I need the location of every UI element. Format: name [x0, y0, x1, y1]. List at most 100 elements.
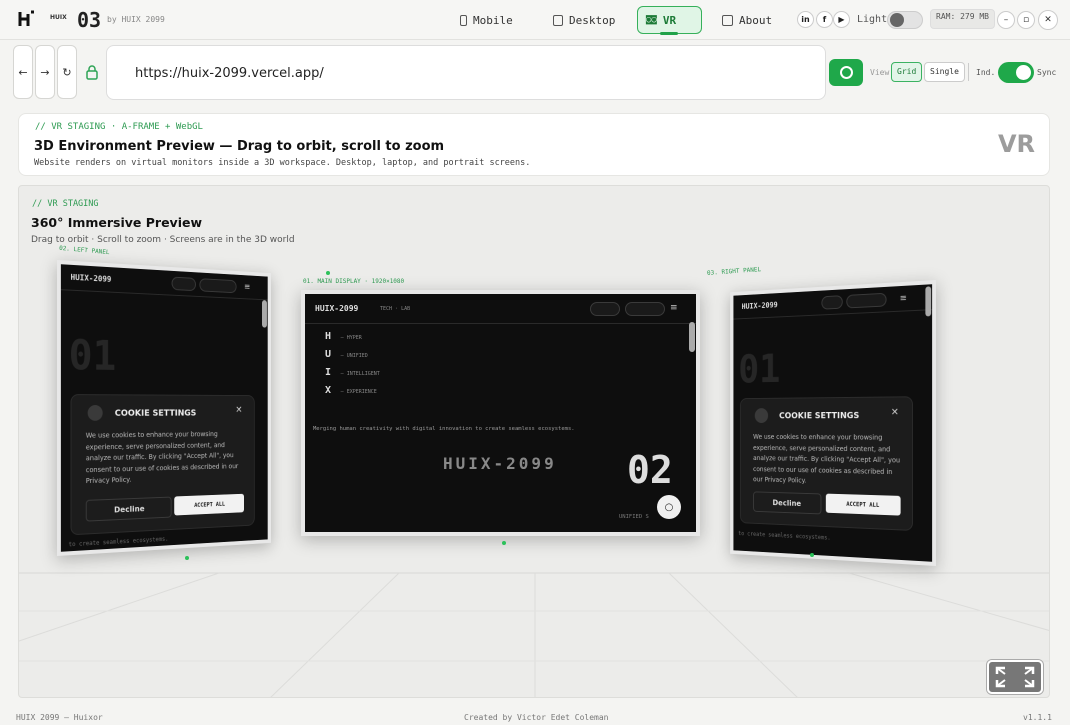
ind-label: Ind.: [976, 68, 996, 77]
theme-toggle[interactable]: [887, 11, 923, 29]
desktop-icon: [553, 14, 563, 26]
left-panel-scrollbar[interactable]: [262, 300, 267, 328]
theme-label: Light: [857, 14, 888, 25]
main-panel-menu-icon: ≡: [670, 303, 678, 313]
chat-icon[interactable]: ○: [657, 495, 681, 519]
cookie-icon: [87, 405, 103, 421]
cookie-icon: [754, 408, 769, 423]
right-cookie-dialog: COOKIE SETTINGS ✕ We use cookies to enha…: [739, 396, 913, 531]
huix-logo-icon[interactable]: [18, 10, 36, 28]
status-left: HUIX 2099 — Huixor: [16, 713, 103, 722]
right-panel-controls-pill: [846, 292, 887, 309]
left-panel-dot: [185, 556, 189, 560]
right-decline-button[interactable]: Decline: [753, 491, 822, 515]
acronym-item: I — INTELLIGENT: [325, 367, 380, 378]
right-panel-screen[interactable]: HUIX-2099 ≡ 01 COOKIE SETTINGS ✕ We use …: [730, 280, 936, 566]
tab-vr-label: VR: [662, 13, 677, 27]
left-decline-button[interactable]: Decline: [85, 496, 172, 522]
page-number: 03: [77, 8, 102, 32]
main-panel-lang-pill: [590, 302, 620, 316]
fullscreen-icon: [995, 666, 1035, 688]
tab-desktop-label: Desktop: [569, 13, 616, 27]
status-center: Created by Victor Edet Coleman: [464, 713, 609, 722]
left-cookie-title: COOKIE SETTINGS: [114, 408, 197, 419]
url-input[interactable]: https://huix-2099.vercel.app/: [106, 45, 826, 100]
sync-toggle[interactable]: [998, 62, 1034, 83]
info-card: // VR STAGING · A-FRAME + WebGL 3D Envir…: [18, 113, 1050, 176]
mobile-icon: [460, 14, 467, 26]
right-panel-label: 03. RIGHT PANEL: [706, 266, 762, 277]
left-panel-screen[interactable]: HUIX-2099 ≡ 01 COOKIE SETTINGS ✕ We use …: [57, 260, 271, 556]
stage-subtitle: Drag to orbit · Scroll to zoom · Screens…: [31, 235, 295, 245]
info-icon: [722, 14, 733, 26]
info-description: Website renders on virtual monitors insi…: [34, 158, 531, 168]
view-label: View: [870, 68, 890, 77]
left-panel-lang-pill: [171, 276, 196, 292]
main-panel-scrollbar[interactable]: [689, 322, 695, 352]
tab-desktop[interactable]: Desktop: [545, 7, 623, 33]
main-panel-tagline: Merging human creativity with digital in…: [313, 426, 575, 432]
fullscreen-button[interactable]: [987, 660, 1043, 694]
main-panel-big-number: 02: [627, 448, 673, 492]
main-panel-screen[interactable]: HUIX-2099 TECH · LAB ≡ H — HYPER U — UNI…: [301, 290, 700, 536]
main-panel-wordmark: HUIX-2099: [443, 454, 557, 473]
main-top-dot: [326, 271, 330, 275]
acronym-list: H — HYPER U — UNIFIED I — INTELLIGENT X …: [325, 324, 380, 396]
right-panel-scrollbar[interactable]: [925, 286, 932, 317]
main-panel-section-label: UNIFIED S: [619, 514, 649, 520]
vr-badge: VR: [997, 130, 1035, 158]
facebook-icon[interactable]: f: [816, 11, 833, 28]
linkedin-icon[interactable]: in: [797, 11, 814, 28]
byline: by HUIX 2099: [107, 15, 165, 24]
left-cookie-body: We use cookies to enhance your browsing …: [85, 430, 239, 486]
status-version: v1.1.1: [1023, 713, 1052, 722]
close-icon[interactable]: ✕: [235, 405, 242, 415]
search-button[interactable]: [829, 59, 863, 86]
info-title: 3D Environment Preview — Drag to orbit, …: [34, 139, 445, 154]
view-single-button[interactable]: Single: [924, 62, 965, 82]
tab-vr[interactable]: ◙◙ VR: [637, 6, 702, 35]
view-grid-button[interactable]: Grid: [891, 62, 923, 82]
divider: [968, 63, 969, 81]
brand-small-label: HUIX: [50, 14, 67, 21]
close-icon[interactable]: ✕: [891, 407, 899, 418]
back-button[interactable]: ←: [13, 45, 33, 99]
floor-grid: [19, 572, 1049, 697]
right-panel-footer-text: to create seamless ecosystems.: [738, 530, 831, 542]
right-panel-lang-pill: [821, 295, 843, 310]
left-panel-menu-icon: ≡: [244, 282, 251, 293]
right-panel-header: HUIX-2099 ≡: [733, 284, 933, 320]
youtube-icon[interactable]: ▶: [833, 11, 850, 28]
stage-kicker: // VR STAGING: [32, 199, 99, 209]
forward-button[interactable]: →: [35, 45, 55, 99]
maximize-button[interactable]: ▫: [1017, 11, 1035, 29]
reload-button[interactable]: ↻: [57, 45, 77, 99]
left-panel-header: HUIX-2099 ≡: [60, 264, 268, 301]
right-accept-button[interactable]: ACCEPT ALL: [825, 493, 901, 516]
left-panel-site-name: HUIX-2099: [70, 272, 112, 284]
left-panel-big-number: 01: [68, 330, 117, 380]
browser-bar: ← → ↻ https://huix-2099.vercel.app/ View…: [0, 41, 1070, 105]
left-panel-label: 02. LEFT PANEL: [58, 244, 110, 257]
lock-icon[interactable]: [83, 65, 101, 81]
tab-about[interactable]: About: [714, 7, 780, 33]
right-panel-dot: [810, 553, 814, 557]
main-panel-dot: [502, 541, 506, 545]
info-kicker: // VR STAGING · A-FRAME + WebGL: [35, 122, 203, 132]
right-panel-menu-icon: ≡: [899, 293, 907, 304]
acronym-item: U — UNIFIED: [325, 349, 368, 360]
top-bar: HUIX 03 by HUIX 2099 Mobile Desktop ◙◙ V…: [0, 0, 1070, 40]
stage-title: 360° Immersive Preview: [31, 215, 203, 230]
minimize-button[interactable]: –: [997, 11, 1015, 29]
tab-mobile[interactable]: Mobile: [452, 7, 521, 33]
sync-label: Sync: [1037, 68, 1057, 77]
tab-mobile-label: Mobile: [473, 13, 513, 27]
left-accept-button[interactable]: ACCEPT ALL: [174, 493, 245, 516]
main-panel-controls-pill: [625, 302, 665, 316]
vr-stage[interactable]: // VR STAGING 360° Immersive Preview Dra…: [18, 185, 1050, 698]
close-button[interactable]: ✕: [1038, 10, 1058, 30]
tab-about-label: About: [739, 13, 773, 27]
main-panel-site-name: HUIX-2099: [315, 304, 359, 313]
left-cookie-dialog: COOKIE SETTINGS ✕ We use cookies to enha…: [70, 394, 255, 536]
acronym-item: H — HYPER: [325, 331, 362, 342]
